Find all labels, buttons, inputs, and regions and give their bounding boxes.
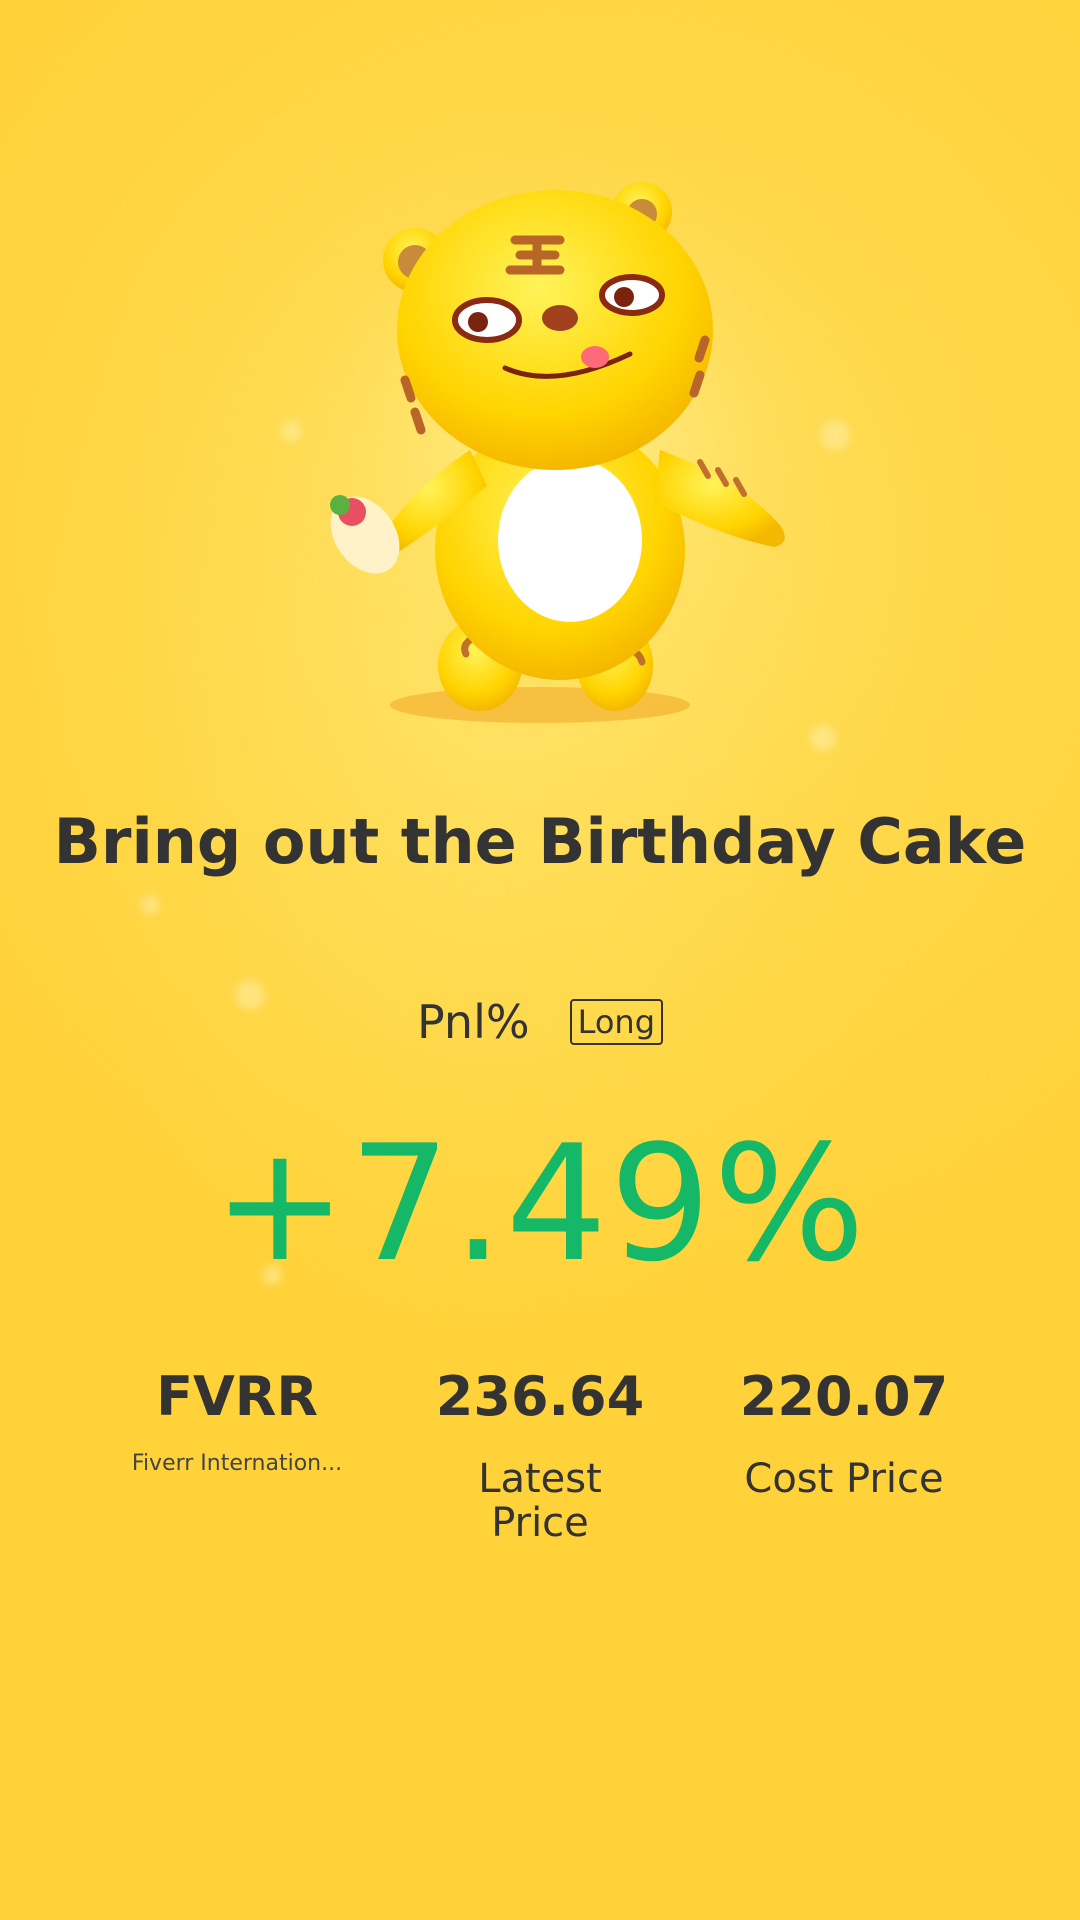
stat-symbol: FVRR Fiverr Internation...	[77, 1365, 397, 1476]
direction-badge: Long	[569, 999, 663, 1045]
latest-price-value: 236.64	[435, 1365, 645, 1428]
stock-name: Fiverr Internation...	[131, 1451, 343, 1476]
stat-cost-price: 220.07 Cost Price	[684, 1365, 1004, 1501]
pnl-label: Pnl%	[416, 995, 530, 1049]
stats-row: FVRR Fiverr Internation... 236.64 Latest…	[0, 1365, 1080, 1585]
tiger-mascot-icon	[260, 150, 860, 723]
pnl-percent-value: +7.49%	[212, 1110, 868, 1297]
bokeh-light	[140, 895, 160, 915]
pnl-header: Pnl% Long	[0, 995, 1080, 1049]
stat-latest-price: 236.64 Latest Price	[380, 1365, 700, 1545]
latest-price-label: Latest Price	[478, 1456, 602, 1546]
stock-symbol: FVRR	[156, 1365, 318, 1428]
page-title: Bring out the Birthday Cake	[53, 805, 1027, 878]
cost-price-value: 220.07	[739, 1365, 949, 1428]
cost-price-label: Cost Price	[744, 1456, 944, 1502]
